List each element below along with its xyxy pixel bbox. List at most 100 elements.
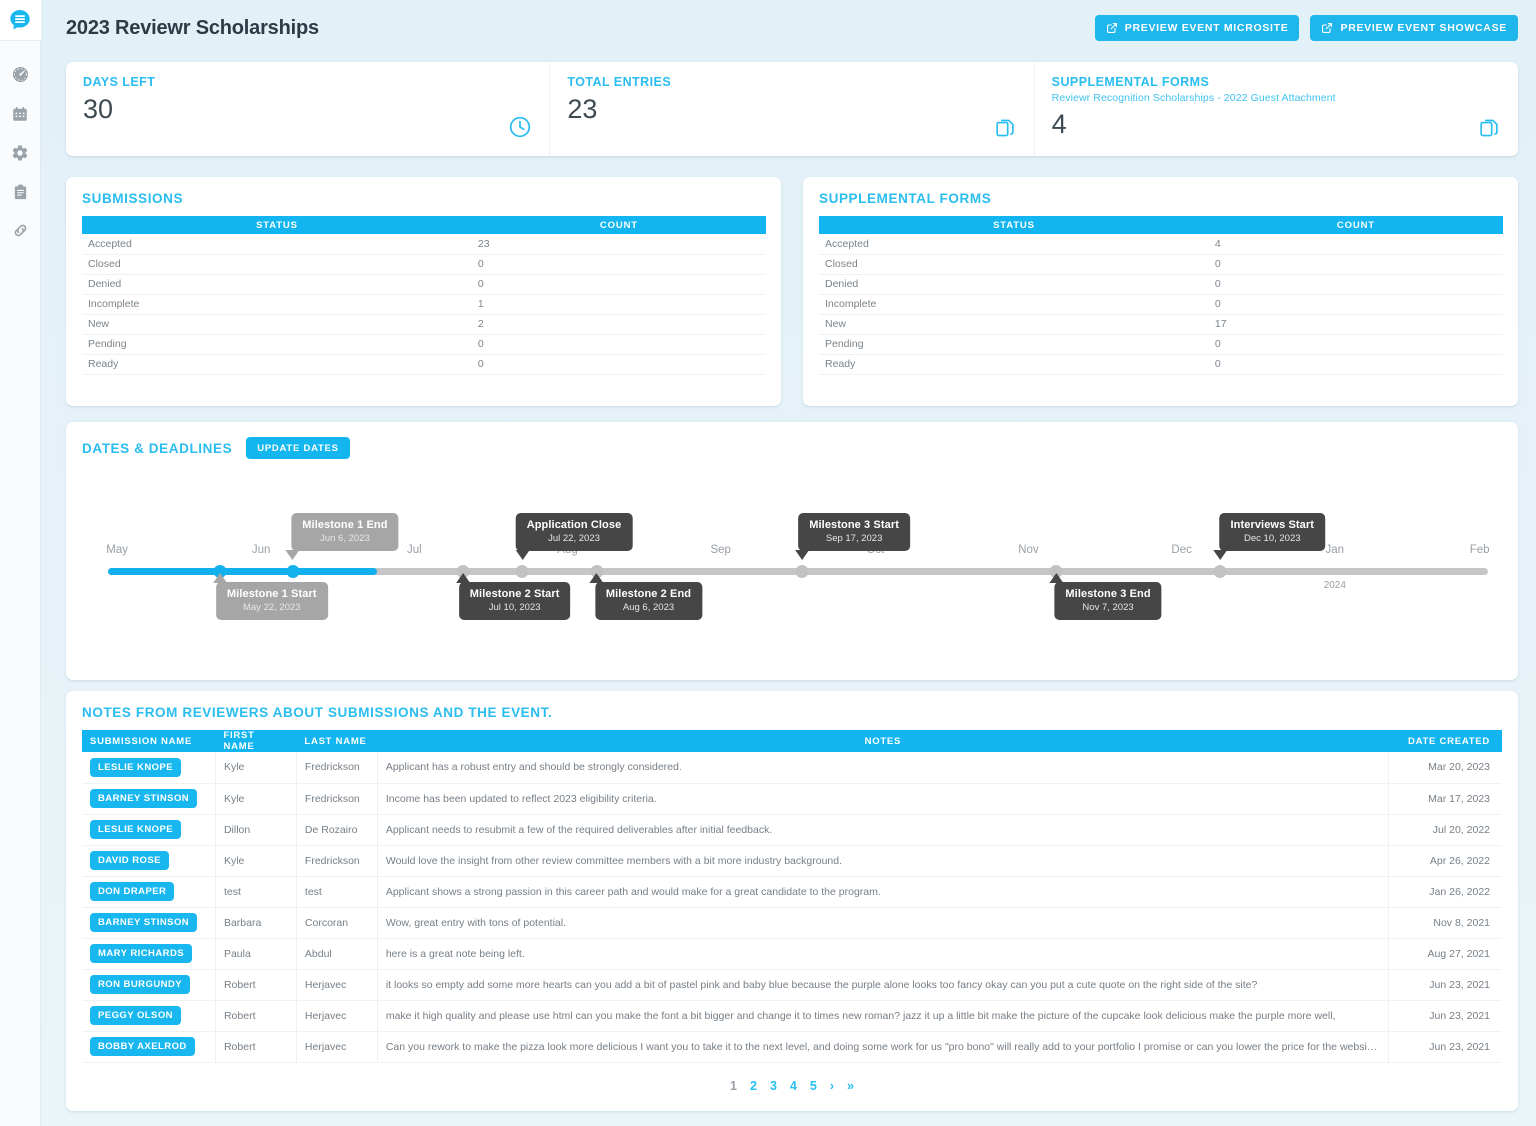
cell-count: 0 xyxy=(471,334,766,355)
update-dates-button[interactable]: UPDATE DATES xyxy=(246,437,350,459)
submission-name-pill[interactable]: LESLIE KNOPE xyxy=(90,757,182,777)
submission-name-pill[interactable]: PEGGY OLSON xyxy=(90,1006,181,1025)
timeline-tick-label: Jun xyxy=(251,544,271,556)
cell-date-created: Jun 23, 2021 xyxy=(1388,969,1502,1001)
milestone-date: Dec 10, 2023 xyxy=(1244,533,1301,544)
cell-status: Incomplete xyxy=(82,294,472,315)
external-link-icon xyxy=(1106,23,1117,33)
submission-name-pill[interactable]: BARNEY STINSON xyxy=(90,789,198,808)
reviewer-notes-table-body: LESLIE KNOPE Kyle Fredrickson Applicant has… xyxy=(82,752,1502,1063)
column-header-notes: NOTES xyxy=(377,730,1389,752)
copy-icon[interactable] xyxy=(1478,116,1501,139)
cell-first-name: Dillon xyxy=(215,814,297,846)
timeline-milestone-dot[interactable] xyxy=(1213,565,1227,578)
sidebar-item-forms[interactable] xyxy=(0,172,41,211)
cell-submission-name: BARNEY STINSON xyxy=(82,907,216,939)
clock-icon[interactable] xyxy=(508,115,532,139)
table-row: Pending 0 xyxy=(82,334,766,355)
table-row: Pending 0 xyxy=(819,334,1503,355)
cell-first-name: Robert xyxy=(215,1031,297,1063)
cell-status: New xyxy=(819,314,1209,335)
cell-status: Closed xyxy=(82,254,472,275)
pagination-page-3[interactable]: 3 xyxy=(770,1079,777,1093)
timeline: MayJunJulAugSepOctNovDecJanFeb2024 Miles… xyxy=(82,484,1502,659)
stat-sublabel: Reviewr Recognition Scholarships - 2022 … xyxy=(1051,92,1336,104)
dates-deadlines-title: DATES & DEADLINES xyxy=(82,440,233,456)
bubble-tail xyxy=(795,550,810,560)
pagination-page-2[interactable]: 2 xyxy=(750,1079,757,1093)
cell-note: Income has been updated to reflect 2023 … xyxy=(377,783,1389,815)
submission-name-pill[interactable]: RON BURGUNDY xyxy=(90,975,191,994)
cell-date-created: Nov 8, 2021 xyxy=(1388,907,1502,939)
milestone-date: Jul 22, 2023 xyxy=(548,533,600,544)
cell-status: Denied xyxy=(82,274,472,295)
bubble-tail xyxy=(1213,550,1228,560)
submission-name-pill[interactable]: LESLIE KNOPE xyxy=(90,820,182,839)
preview-event-microsite-label: PREVIEW EVENT MICROSITE xyxy=(1124,22,1289,34)
cell-status: Pending xyxy=(82,334,472,355)
timeline-milestone-bubble[interactable]: Milestone 2 Start Jul 10, 2023 xyxy=(455,573,571,620)
cell-note: make it high quality and please use html… xyxy=(377,1000,1389,1032)
timeline-milestone-bubble[interactable]: Milestone 2 End Aug 6, 2023 xyxy=(589,573,703,620)
sidebar-item-settings[interactable] xyxy=(0,133,41,172)
pagination-page-4[interactable]: 4 xyxy=(790,1079,797,1093)
submission-name-pill[interactable]: DON DRAPER xyxy=(90,882,175,901)
reviewer-notes-card: NOTES FROM REVIEWERS ABOUT SUBMISSIONS A… xyxy=(66,691,1518,1111)
timeline-year-label: 2024 xyxy=(1323,580,1346,591)
timeline-milestone-dot[interactable] xyxy=(515,565,529,578)
timeline-milestone-bubble[interactable]: Milestone 3 End Nov 7, 2023 xyxy=(1048,573,1162,620)
table-row: Ready 0 xyxy=(82,354,766,375)
app-logo[interactable] xyxy=(0,0,41,41)
stat-label: SUPPLEMENTAL FORMS xyxy=(1051,75,1210,89)
submission-name-pill[interactable]: BARNEY STINSON xyxy=(90,913,198,932)
pagination-next-button[interactable]: › xyxy=(830,1079,834,1093)
cell-date-created: Mar 17, 2023 xyxy=(1388,783,1502,815)
bubble-tail xyxy=(285,550,300,560)
pagination-last-button[interactable]: » xyxy=(847,1079,854,1093)
preview-event-showcase-button[interactable]: PREVIEW EVENT SHOWCASE xyxy=(1310,15,1518,41)
reviewer-notes-title: NOTES FROM REVIEWERS ABOUT SUBMISSIONS A… xyxy=(82,705,553,720)
cell-status: Accepted xyxy=(819,234,1209,255)
timeline-tick-label: Jan xyxy=(1325,544,1345,556)
milestone-title: Milestone 2 Start xyxy=(469,588,560,600)
timeline-milestone-dot[interactable] xyxy=(795,565,809,578)
table-header-row: STATUS COUNT xyxy=(819,216,1503,234)
cell-submission-name: MARY RICHARDS xyxy=(82,938,216,970)
cell-status: New xyxy=(82,314,472,335)
submission-name-pill[interactable]: BOBBY AXELROD xyxy=(90,1037,195,1056)
cell-note: Wow, great entry with tons of potential. xyxy=(377,907,1389,939)
timeline-milestone-bubble[interactable]: Application Close Jul 22, 2023 xyxy=(515,513,633,560)
timeline-milestone-dot[interactable] xyxy=(286,565,300,578)
sidebar-item-dashboard[interactable] xyxy=(0,55,41,94)
milestone-title: Application Close xyxy=(526,519,622,531)
cell-last-name: test xyxy=(296,876,378,908)
preview-event-microsite-button[interactable]: PREVIEW EVENT MICROSITE xyxy=(1094,15,1300,41)
sidebar-item-calendar[interactable] xyxy=(0,94,41,133)
stat-value: 30 xyxy=(83,94,114,124)
copy-icon[interactable] xyxy=(994,116,1017,139)
milestone-date: May 22, 2023 xyxy=(242,602,301,613)
table-row: Denied 0 xyxy=(819,274,1503,295)
reviewr-logo-icon xyxy=(10,10,30,30)
cell-last-name: Herjavec xyxy=(296,969,378,1001)
pagination-page-5[interactable]: 5 xyxy=(810,1079,817,1093)
reviewer-notes-table: SUBMISSION NAME FIRST NAME LAST NAME NOT… xyxy=(82,730,1502,1063)
cell-note: it looks so empty add some more hearts c… xyxy=(377,969,1389,1001)
submission-name-pill[interactable]: MARY RICHARDS xyxy=(90,944,193,963)
timeline-milestone-bubble[interactable]: Interviews Start Dec 10, 2023 xyxy=(1213,513,1326,560)
timeline-milestone-bubble[interactable]: Milestone 3 Start Sep 17, 2023 xyxy=(795,513,910,560)
cell-count: 0 xyxy=(1208,254,1503,275)
gear-icon xyxy=(12,144,28,161)
timeline-milestone-bubble[interactable]: Milestone 1 End Jun 6, 2023 xyxy=(285,513,399,560)
supplemental-forms-table: STATUS COUNT Accepted 4 Closed 0 Denied 0 I… xyxy=(819,216,1503,375)
stat-card-days-left: DAYS LEFT 30 xyxy=(66,62,551,156)
cell-note: Applicant needs to resubmit a few of the… xyxy=(377,814,1389,846)
submission-name-pill[interactable]: DAVID ROSE xyxy=(90,851,169,870)
sidebar-item-links[interactable] xyxy=(0,211,41,250)
dates-deadlines-header: DATES & DEADLINES UPDATE DATES xyxy=(82,437,1502,459)
status-tables-row: SUBMISSIONS STATUS COUNT Accepted 23 Clos… xyxy=(66,177,1518,406)
bubble-tail xyxy=(212,573,227,583)
supplemental-forms-table-body: Accepted 4 Closed 0 Denied 0 Incomplete 0 Ne… xyxy=(819,234,1503,375)
submissions-table: STATUS COUNT Accepted 23 Closed 0 Denied 0 … xyxy=(82,216,766,375)
timeline-milestone-bubble[interactable]: Milestone 1 Start May 22, 2023 xyxy=(212,573,328,620)
